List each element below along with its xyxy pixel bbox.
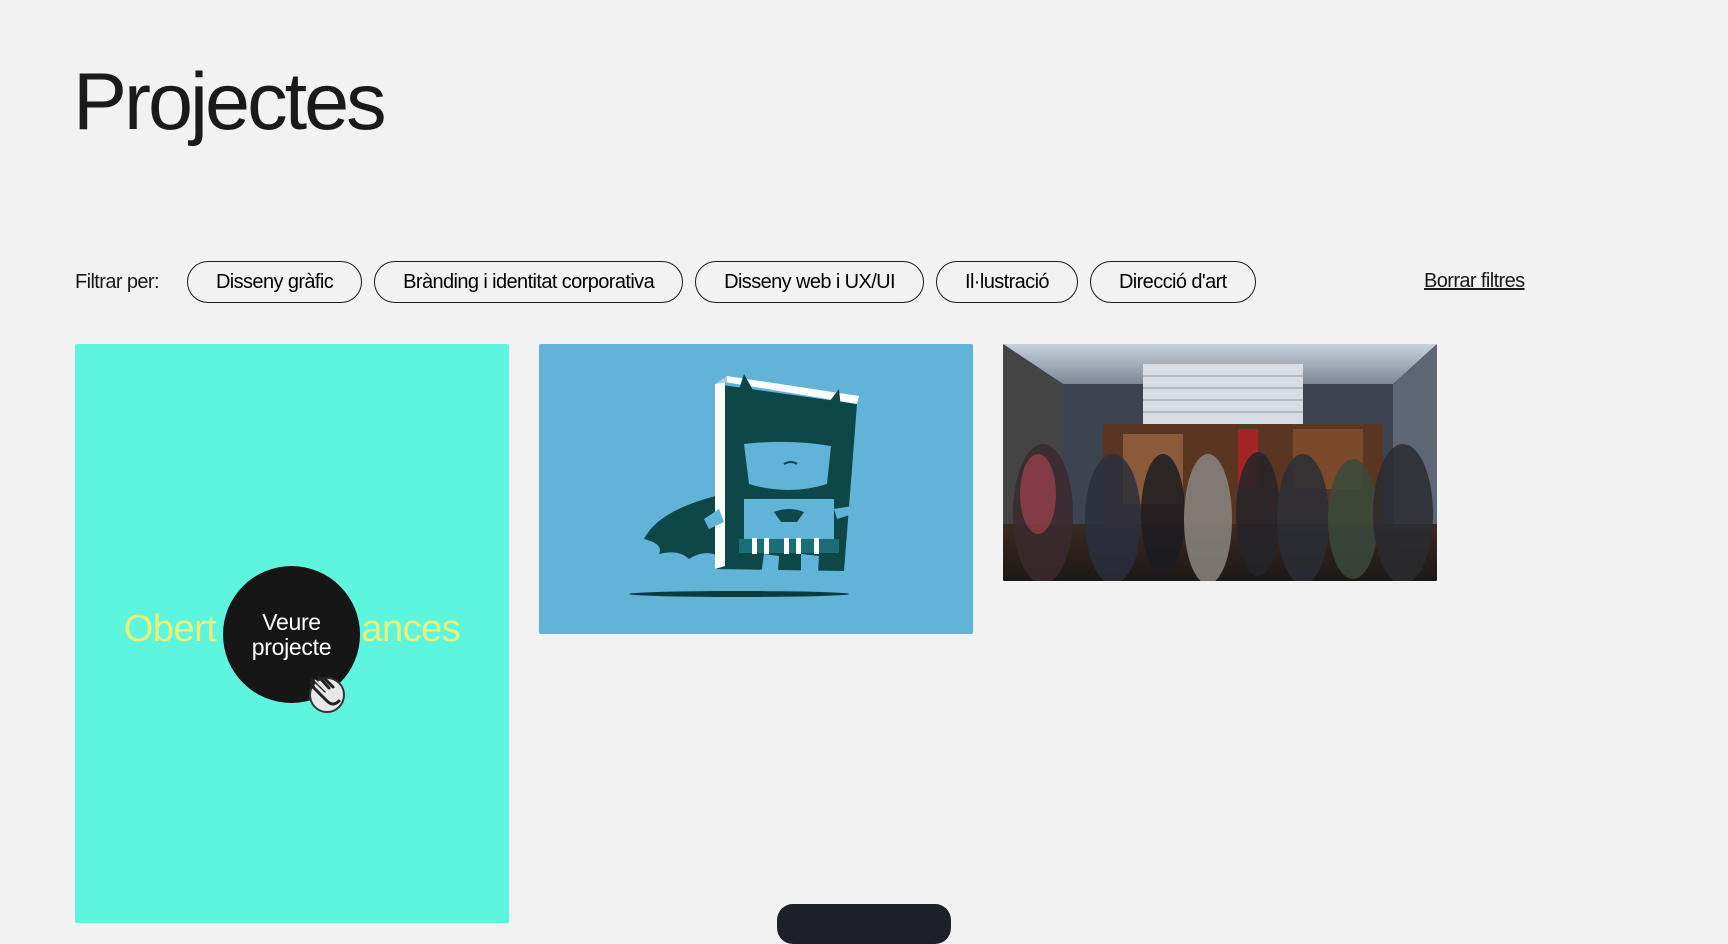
filter-chip-branding[interactable]: Brànding i identitat corporativa bbox=[374, 261, 684, 303]
filter-bar: Filtrar per: Disseny gràfic Brànding i i… bbox=[75, 260, 1268, 304]
project-card-3[interactable] bbox=[1003, 344, 1437, 581]
clear-filters-link[interactable]: Borrar filtres bbox=[1424, 270, 1525, 293]
filter-chip-art-direction[interactable]: Direcció d'art bbox=[1089, 261, 1256, 303]
filter-label: Filtrar per: bbox=[75, 270, 160, 293]
batman-book-illustration bbox=[629, 374, 875, 597]
project-card-1[interactable]: Obert ances Veure projecte bbox=[75, 344, 509, 923]
filter-chip-web-design[interactable]: Disseny web i UX/UI bbox=[695, 261, 924, 303]
cinema-lobby-photo bbox=[1003, 344, 1437, 581]
view-project-label-line1: Veure bbox=[262, 609, 321, 636]
page-title: Projectes bbox=[73, 57, 387, 147]
view-project-label-line2: projecte bbox=[251, 633, 332, 660]
filter-chip-graphic-design[interactable]: Disseny gràfic bbox=[186, 261, 363, 303]
filter-chip-illustration[interactable]: Il·lustració bbox=[936, 261, 1078, 303]
hand-cursor-icon bbox=[309, 675, 345, 713]
project-card-2[interactable] bbox=[539, 344, 973, 634]
toolbar-dock[interactable] bbox=[777, 904, 951, 944]
